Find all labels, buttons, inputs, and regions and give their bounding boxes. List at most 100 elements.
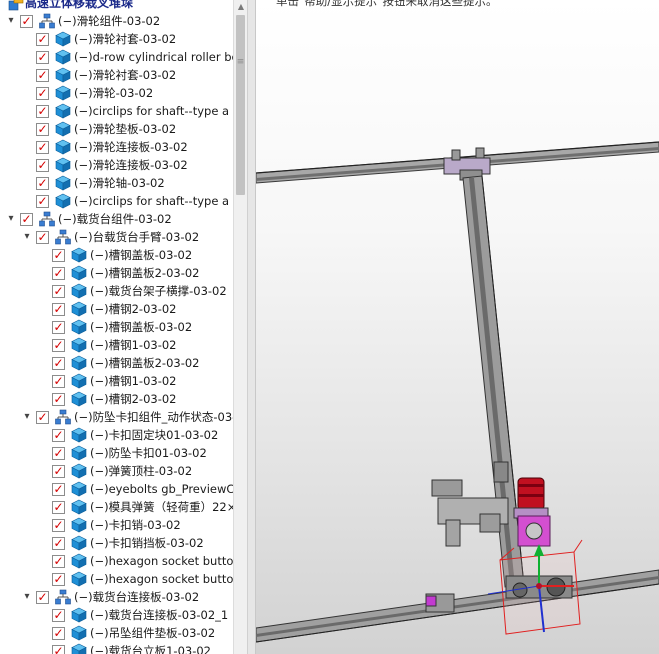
tree-part-node[interactable]: ✓ (−)卡扣固定块01-03-02 [0,426,233,444]
tree-part-node[interactable]: ✓ (−)模具弹簧（轻荷重）22× [0,498,233,516]
visibility-checkbox[interactable]: ✓ [52,375,65,388]
visibility-checkbox[interactable]: ✓ [52,645,65,654]
tree-part-node[interactable]: ✓ (−)滑轮连接板-03-02 [0,156,233,174]
tree-root-label: 高速立体移栽叉堆垛 [25,0,134,10]
tree-root-node[interactable]: 高速立体移栽叉堆垛 [0,0,233,12]
tree-part-node[interactable]: ✓ (−)滑轮垫板-03-02 [0,120,233,138]
visibility-checkbox[interactable]: ✓ [52,573,65,586]
visibility-checkbox[interactable]: ✓ [52,393,65,406]
tree-part-node[interactable]: ✓ (−)吊坠组件垫板-03-02 [0,624,233,642]
visibility-checkbox[interactable]: ✓ [52,501,65,514]
tree-part-node[interactable]: ✓ (−)槽钢盖板-03-02 [0,246,233,264]
visibility-checkbox[interactable]: ✓ [36,231,49,244]
part-cube-icon [71,643,87,654]
tree-part-node[interactable]: ✓ (−)eyebolts gb_PreviewCfg-03-02 [0,480,233,498]
tree-part-node[interactable]: ✓ (−)载货台立板1-03-02 [0,642,233,654]
assembly-icon [39,13,55,29]
chevron-down-icon[interactable]: ▾ [21,588,33,606]
tree-part-node[interactable]: ✓ (−)槽钢盖板2-03-02 [0,354,233,372]
visibility-checkbox[interactable]: ✓ [36,195,49,208]
tree-part-node[interactable]: ✓ (−)d-row cylindrical roller bearings [0,48,233,66]
tree-assembly-node[interactable]: ▾ ✓ (−)载货台组件-03-02 [0,210,233,228]
visibility-checkbox[interactable]: ✓ [36,105,49,118]
tree-node-label: (−)卡扣销-03-02 [90,518,181,532]
visibility-checkbox[interactable]: ✓ [52,249,65,262]
visibility-checkbox[interactable]: ✓ [36,33,49,46]
visibility-checkbox[interactable]: ✓ [52,537,65,550]
tree-part-node[interactable]: ✓ (−)滑轮衬套-03-02 [0,30,233,48]
tree-part-node[interactable]: ✓ (−)滑轮轴-03-02 [0,174,233,192]
tree-part-node[interactable]: ✓ (−)circlips for shaft--type a large [0,102,233,120]
visibility-checkbox[interactable]: ✓ [52,303,65,316]
tree-part-node[interactable]: ✓ (−)滑轮-03-02 [0,84,233,102]
tree-part-node[interactable]: ✓ (−)槽钢2-03-02 [0,300,233,318]
visibility-checkbox[interactable]: ✓ [52,627,65,640]
tree-node-label: (−)滑轮衬套-03-02 [74,32,177,46]
tree-part-node[interactable]: ✓ (−)防坠卡扣01-03-02 [0,444,233,462]
tree-node-label: (−)载货台架子横撑-03-02 [90,284,227,298]
visibility-checkbox[interactable]: ✓ [36,51,49,64]
graphics-viewport[interactable]: 单击"帮助/显示提示"按钮来取消这些提示。 [256,0,659,654]
visibility-checkbox[interactable]: ✓ [36,177,49,190]
tree-part-node[interactable]: ✓ (−)槽钢2-03-02 [0,390,233,408]
tree-vertical-scrollbar[interactable]: ▲ ≡ [233,0,247,654]
visibility-checkbox[interactable]: ✓ [36,141,49,154]
scroll-up-icon[interactable]: ▲ [234,0,248,14]
part-cube-icon [71,607,87,623]
chevron-down-icon[interactable]: ▾ [21,228,33,246]
visibility-checkbox[interactable]: ✓ [36,123,49,136]
tree-node-label: (−)防坠卡扣01-03-02 [90,446,207,460]
tree-part-node[interactable]: ✓ (−)载货台架子横撑-03-02 [0,282,233,300]
visibility-checkbox[interactable]: ✓ [52,357,65,370]
feature-tree-panel: 高速立体移栽叉堆垛 ▾ ✓ (−)滑轮组件-03-02 ✓ (−)滑轮衬套-03-02 ✓(… [0,0,233,654]
visibility-checkbox[interactable]: ✓ [52,609,65,622]
tree-part-node[interactable]: ✓ (−)弹簧顶柱-03-02 [0,462,233,480]
visibility-checkbox[interactable]: ✓ [52,447,65,460]
visibility-checkbox[interactable]: ✓ [20,213,33,226]
chevron-down-icon[interactable]: ▾ [5,12,17,30]
chevron-down-icon[interactable]: ▾ [5,210,17,228]
tree-part-node[interactable]: ✓ (−)槽钢1-03-02 [0,372,233,390]
tree-part-node[interactable]: ✓ (−)槽钢1-03-02 [0,336,233,354]
tree-part-node[interactable]: ✓ (−)槽钢盖板-03-02 [0,318,233,336]
part-cube-icon [71,247,87,263]
part-cube-icon [71,391,87,407]
visibility-checkbox[interactable]: ✓ [36,87,49,100]
visibility-checkbox[interactable]: ✓ [36,411,49,424]
tree-part-node[interactable]: ✓ (−)载货台连接板-03-02_1 [0,606,233,624]
tree-part-node[interactable]: ✓ (−)hexagon socket button head [0,552,233,570]
visibility-checkbox[interactable]: ✓ [52,465,65,478]
visibility-checkbox[interactable]: ✓ [52,267,65,280]
visibility-checkbox[interactable]: ✓ [52,285,65,298]
visibility-checkbox[interactable]: ✓ [52,483,65,496]
scrollbar-thumb[interactable] [236,15,245,195]
part-cube-icon [71,481,87,497]
tree-part-node[interactable]: ✓ (−)滑轮连接板-03-02 [0,138,233,156]
tree-part-node[interactable]: ✓ (−)卡扣销-03-02 [0,516,233,534]
chevron-down-icon[interactable]: ▾ [21,408,33,426]
tree-part-node[interactable]: ✓ (−)circlips for shaft--type a large [0,192,233,210]
visibility-checkbox[interactable]: ✓ [52,555,65,568]
tree-part-node[interactable]: ✓ (−)hexagon socket button head [0,570,233,588]
visibility-checkbox[interactable]: ✓ [20,15,33,28]
tree-assembly-node[interactable]: ▾ ✓ (−)载货台连接板-03-02 [0,588,233,606]
assembly-model-view[interactable] [256,0,659,654]
tree-part-node[interactable]: ✓ (−)槽钢盖板2-03-02 [0,264,233,282]
tree-part-node[interactable]: ✓ (−)卡扣销挡板-03-02 [0,534,233,552]
tree-assembly-node[interactable]: ▾✓ (−)防坠卡扣组件_动作状态-03-02 [0,408,233,426]
visibility-checkbox[interactable]: ✓ [36,159,49,172]
tree-assembly-node[interactable]: ▾ ✓ (−)台载货台手臂-03-02 [0,228,233,246]
panel-splitter[interactable] [247,0,256,654]
visibility-checkbox[interactable]: ✓ [52,429,65,442]
tree-node-label: (−)滑轮连接板-03-02 [74,158,188,172]
part-cube-icon [71,553,87,569]
visibility-checkbox[interactable]: ✓ [52,339,65,352]
visibility-checkbox[interactable]: ✓ [36,69,49,82]
part-cube-icon [55,31,71,47]
visibility-checkbox[interactable]: ✓ [52,321,65,334]
part-cube-icon [71,355,87,371]
visibility-checkbox[interactable]: ✓ [36,591,49,604]
visibility-checkbox[interactable]: ✓ [52,519,65,532]
tree-assembly-node[interactable]: ▾ ✓ (−)滑轮组件-03-02 [0,12,233,30]
tree-part-node[interactable]: ✓ (−)滑轮衬套-03-02 [0,66,233,84]
